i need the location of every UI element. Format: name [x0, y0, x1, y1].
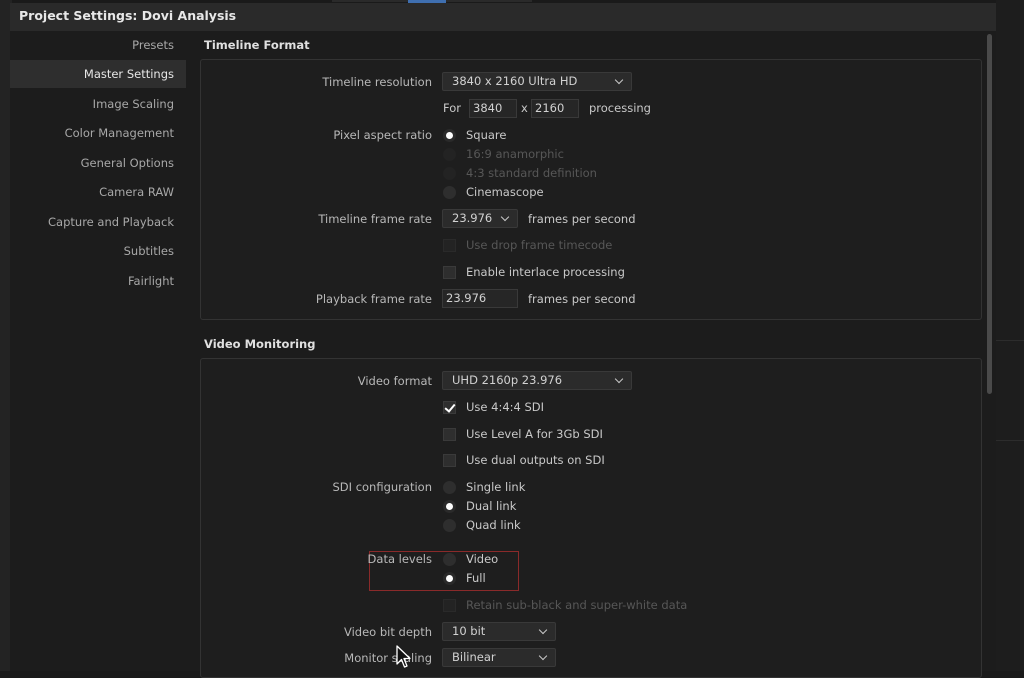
sidebar-item-general-options[interactable]: General Options: [10, 149, 186, 177]
playback-frame-rate-label: Playback frame rate: [315, 292, 432, 306]
timeline-frame-rate-dropdown[interactable]: 23.976: [442, 209, 518, 228]
video-format-value: UHD 2160p 23.976: [452, 373, 563, 387]
mouse-pointer-icon: [396, 645, 412, 672]
interlace-checkbox[interactable]: [443, 266, 456, 279]
chevron-down-icon: [500, 212, 510, 222]
data-levels-label: Data levels: [367, 552, 432, 566]
radio-dual-link[interactable]: [443, 500, 456, 513]
scrollbar-thumb[interactable]: [987, 34, 992, 394]
radio-video-levels[interactable]: [443, 553, 456, 566]
sidebar-item-presets[interactable]: Presets: [10, 31, 186, 59]
use-444-sdi-label: Use 4:4:4 SDI: [466, 400, 545, 414]
pixel-aspect-ratio-label: Pixel aspect ratio: [333, 128, 432, 142]
chevron-down-icon: [538, 625, 548, 635]
option-square-label: Square: [466, 128, 507, 142]
option-cinemascope-label: Cinemascope: [466, 185, 544, 199]
single-link-label: Single link: [466, 480, 526, 494]
video-bit-depth-dropdown[interactable]: 10 bit: [442, 622, 556, 641]
timeline-resolution-value: 3840 x 2160 Ultra HD: [452, 74, 578, 88]
monitor-scaling-dropdown[interactable]: Bilinear: [442, 648, 556, 667]
quad-link-label: Quad link: [466, 518, 521, 532]
sidebar-item-capture-and-playback[interactable]: Capture and Playback: [10, 208, 186, 236]
monitor-scaling-value: Bilinear: [452, 650, 496, 664]
playback-frame-rate-field[interactable]: 23.976: [442, 289, 518, 308]
dual-link-label: Dual link: [466, 499, 517, 513]
drop-frame-label: Use drop frame timecode: [466, 238, 613, 252]
timeline-resolution-dropdown[interactable]: 3840 x 2160 Ultra HD: [442, 72, 632, 91]
sidebar-item-master-settings[interactable]: Master Settings: [10, 60, 186, 88]
retain-label: Retain sub-black and super-white data: [466, 598, 688, 612]
timeline-format-heading: Timeline Format: [204, 38, 310, 52]
video-monitoring-heading: Video Monitoring: [204, 337, 316, 351]
frames-per-second-label: frames per second: [528, 212, 636, 226]
use-444-sdi-checkbox[interactable]: [443, 401, 456, 414]
radio-4-3-standard: [443, 167, 456, 180]
timeline-resolution-label: Timeline resolution: [322, 75, 432, 89]
option-16-9-anamorphic-label: 16:9 anamorphic: [466, 147, 564, 161]
timeline-format-panel: [200, 59, 982, 320]
radio-square[interactable]: [443, 129, 456, 142]
dual-outputs-label: Use dual outputs on SDI: [466, 453, 605, 467]
option-4-3-standard-label: 4:3 standard definition: [466, 166, 597, 180]
level-a-label: Use Level A for 3Gb SDI: [466, 427, 603, 441]
full-levels-label: Full: [466, 571, 486, 585]
sidebar-item-subtitles[interactable]: Subtitles: [10, 237, 186, 265]
timeline-frame-rate-label: Timeline frame rate: [318, 212, 432, 226]
retain-checkbox: [443, 599, 456, 612]
chevron-down-icon: [614, 75, 624, 85]
processing-label: processing: [589, 101, 651, 115]
video-bit-depth-label: Video bit depth: [343, 625, 432, 639]
chevron-down-icon: [614, 374, 624, 384]
radio-single-link[interactable]: [443, 481, 456, 494]
resolution-width-input[interactable]: 3840: [469, 99, 517, 118]
level-a-checkbox[interactable]: [443, 428, 456, 441]
radio-quad-link[interactable]: [443, 519, 456, 532]
radio-cinemascope[interactable]: [443, 186, 456, 199]
resolution-height-input[interactable]: 2160: [531, 99, 579, 118]
dialog-title: Project Settings: Dovi Analysis: [19, 8, 237, 23]
drop-frame-checkbox: [443, 239, 456, 252]
sidebar-item-fairlight[interactable]: Fairlight: [10, 267, 186, 295]
video-format-label: Video format: [357, 374, 432, 388]
video-format-dropdown[interactable]: UHD 2160p 23.976: [442, 371, 632, 390]
dual-outputs-checkbox[interactable]: [443, 454, 456, 467]
for-label: For: [443, 101, 461, 115]
radio-16-9-anamorphic: [443, 148, 456, 161]
chevron-down-icon: [538, 651, 548, 661]
video-bit-depth-value: 10 bit: [452, 624, 486, 638]
timeline-frame-rate-value: 23.976: [452, 211, 493, 225]
interlace-label: Enable interlace processing: [466, 265, 625, 279]
sidebar-item-color-management[interactable]: Color Management: [10, 119, 186, 147]
radio-full-levels[interactable]: [443, 572, 456, 585]
sdi-configuration-label: SDI configuration: [332, 480, 433, 494]
video-levels-label: Video: [466, 552, 499, 566]
sidebar-item-image-scaling[interactable]: Image Scaling: [10, 90, 186, 118]
sidebar-item-camera-raw[interactable]: Camera RAW: [10, 178, 186, 206]
x-label: x: [521, 101, 528, 115]
background-right: [996, 0, 1024, 671]
playback-fps-label: frames per second: [528, 292, 636, 306]
